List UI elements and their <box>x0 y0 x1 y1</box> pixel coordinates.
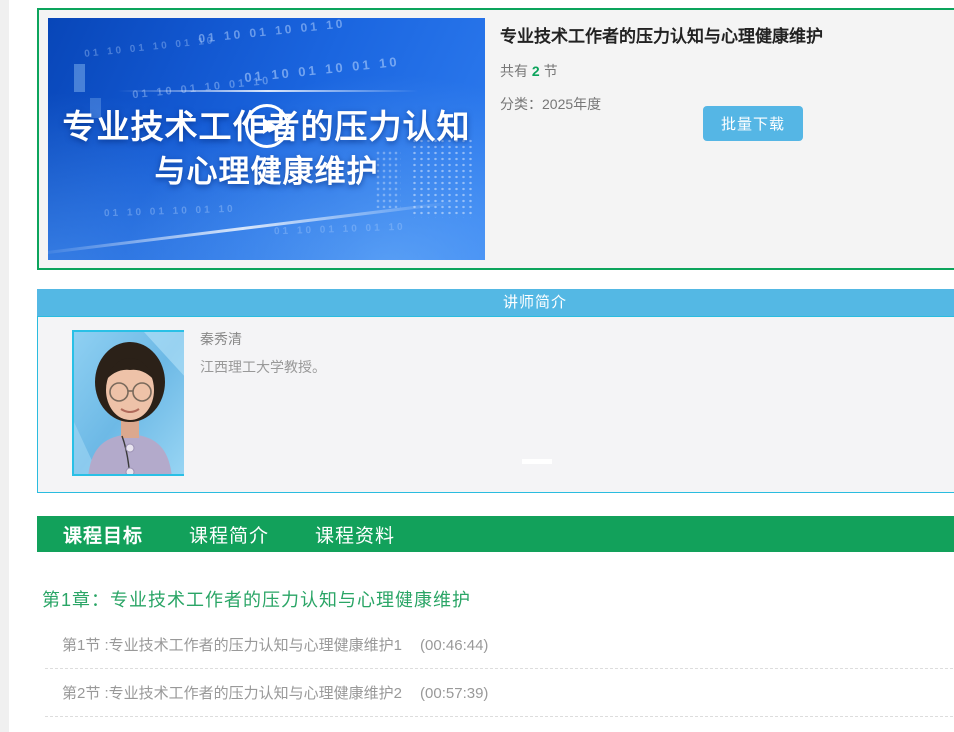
thumbnail-digit-texture: 01 10 01 10 01 10 <box>132 75 272 102</box>
loading-dash <box>522 459 552 464</box>
play-icon <box>263 118 276 134</box>
instructor-panel: 秦秀清 江西理工大学教授。 <box>37 316 954 493</box>
instructor-portrait-art <box>74 332 184 476</box>
instructor-name: 秦秀清 <box>200 329 242 349</box>
lesson-title: 第1节 :专业技术工作者的压力认知与心理健康维护1 <box>62 637 402 654</box>
course-sections-meta: 共有 2 节 <box>500 61 954 81</box>
tab-course-objectives[interactable]: 课程目标 <box>63 521 143 548</box>
chapter-heading: 第1章：专业技术工作者的压力认知与心理健康维护 <box>42 586 471 612</box>
lesson-list: 第1节 :专业技术工作者的压力认知与心理健康维护1 (00:46:44) 第2节 … <box>45 621 954 717</box>
instructor-photo <box>72 330 184 476</box>
thumbnail-digit-texture: 01 10 01 10 01 10 <box>84 35 216 60</box>
lesson-row[interactable]: 第2节 :专业技术工作者的压力认知与心理健康维护2 (00:57:39) <box>45 669 954 717</box>
thumbnail-title-line2: 与心理健康维护 <box>48 146 485 191</box>
tab-course-intro[interactable]: 课程简介 <box>189 521 269 548</box>
sections-count: 2 <box>532 63 540 79</box>
course-thumbnail[interactable]: 01 10 01 10 01 10 01 10 01 10 01 10 01 1… <box>48 18 485 260</box>
instructor-section-header: 讲师简介 <box>37 289 954 316</box>
thumbnail-decoration <box>74 64 85 92</box>
lesson-title: 第2节 :专业技术工作者的压力认知与心理健康维护2 <box>62 685 402 702</box>
lesson-duration: (00:46:44) <box>420 637 488 654</box>
thumbnail-digit-texture: 01 10 01 10 01 10 <box>274 222 406 238</box>
thumbnail-digit-texture: 01 10 01 10 01 10 <box>104 204 236 220</box>
lesson-duration: (00:57:39) <box>420 685 488 702</box>
play-button[interactable] <box>245 104 289 148</box>
thumbnail-light-streak <box>118 90 418 92</box>
course-info: 专业技术工作者的压力认知与心理健康维护 共有 2 节 分类：2025年度 <box>500 26 954 114</box>
main-content: 01 10 01 10 01 10 01 10 01 10 01 10 01 1… <box>37 0 954 732</box>
thumbnail-digit-texture: 01 10 01 10 01 10 <box>198 18 346 46</box>
course-tabs: 课程目标 课程简介 课程资料 <box>37 516 954 552</box>
lesson-row[interactable]: 第1节 :专业技术工作者的压力认知与心理健康维护1 (00:46:44) <box>45 621 954 669</box>
course-title: 专业技术工作者的压力认知与心理健康维护 <box>500 26 954 48</box>
batch-download-button[interactable]: 批量下载 <box>703 106 803 141</box>
course-card: 01 10 01 10 01 10 01 10 01 10 01 10 01 1… <box>37 8 954 270</box>
instructor-bio: 江西理工大学教授。 <box>200 357 326 377</box>
tab-course-materials[interactable]: 课程资料 <box>315 521 395 548</box>
page-left-gutter <box>0 0 9 732</box>
